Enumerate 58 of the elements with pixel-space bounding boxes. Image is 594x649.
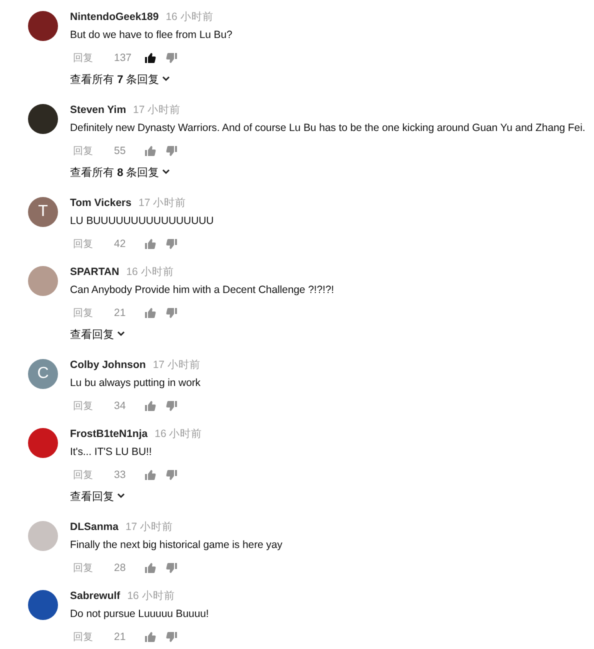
like-count: 28 — [114, 562, 127, 574]
chevron-down-icon[interactable] — [117, 331, 125, 337]
author-name[interactable]: DLSanma — [70, 521, 118, 533]
view-replies-link[interactable]: 查看回复 — [70, 326, 114, 342]
letter-avatar: T — [28, 197, 58, 227]
like-count: 21 — [114, 630, 127, 642]
timestamp: 17 小时前 — [125, 520, 174, 534]
view-replies-link[interactable]: 查看回复 — [70, 488, 114, 504]
thumbs-up-icon[interactable] — [144, 52, 156, 64]
timestamp: 17 小时前 — [138, 196, 186, 210]
like-count: 55 — [114, 144, 127, 156]
chevron-down-icon[interactable] — [162, 76, 170, 82]
chevron-down-icon[interactable] — [162, 169, 170, 175]
author-name[interactable]: NintendoGeek189 — [70, 11, 159, 23]
letter-avatar: C — [28, 359, 58, 389]
author-name[interactable]: SPARTAN — [70, 266, 120, 278]
author-name[interactable]: Sabrewulf — [70, 590, 120, 602]
timestamp: 16 小时前 — [126, 265, 174, 279]
author-name[interactable]: Tom Vickers — [70, 197, 132, 209]
comment-text: But do we have to flee from Lu Bu? — [70, 28, 232, 43]
comment-text: LU BUUUUUUUUUUUUUUUU — [70, 214, 214, 229]
comment-text: Do not pursue Luuuuu Buuuu! — [70, 607, 209, 622]
thumbs-down-icon[interactable] — [166, 562, 178, 574]
thumbs-up-icon[interactable] — [144, 562, 156, 574]
thumbs-up-icon[interactable] — [144, 630, 156, 642]
like-count: 42 — [114, 238, 127, 250]
author-name[interactable]: FrostB1teN1nja — [70, 428, 148, 440]
author-name[interactable]: Steven Yim — [70, 104, 126, 116]
thumbs-down-icon[interactable] — [166, 238, 178, 250]
author-name[interactable]: Colby Johnson — [70, 359, 146, 371]
like-count: 34 — [114, 400, 127, 412]
thumbs-down-icon[interactable] — [166, 52, 178, 64]
comment-text: Finally the next big historical game is here yay — [70, 538, 282, 553]
comment-text: Lu bu always putting in work — [70, 376, 201, 391]
like-count: 21 — [114, 306, 127, 318]
like-count: 137 — [114, 52, 133, 64]
thumbs-up-icon[interactable] — [144, 400, 156, 412]
thumbs-up-icon[interactable] — [144, 306, 156, 318]
timestamp: 17 小时前 — [133, 103, 181, 117]
timestamp: 16 小时前 — [154, 427, 202, 441]
chevron-down-icon[interactable] — [117, 493, 125, 499]
timestamp: 16 小时前 — [127, 589, 175, 603]
thumbs-down-icon[interactable] — [166, 630, 178, 642]
thumbs-up-icon[interactable] — [144, 468, 156, 480]
comment-text: Can Anybody Provide him with a Decent Challenge ?!?!?! — [70, 283, 334, 298]
timestamp: 17 小时前 — [152, 358, 200, 372]
view-replies-link[interactable]: 查看所有 8 条回复 — [70, 164, 160, 180]
thumbs-up-icon[interactable] — [144, 238, 156, 250]
thumbs-down-icon[interactable] — [166, 306, 178, 318]
thumbs-up-icon[interactable] — [144, 144, 156, 156]
comment-text: Definitely new Dynasty Warriors. And of course Lu Bu has to be the one kicking around Guan Yu and Zhang Fei. — [70, 121, 586, 136]
like-count: 33 — [114, 468, 127, 480]
comment-text: It's... IT'S LU BU!! — [70, 445, 153, 460]
view-replies-link[interactable]: 查看所有 7 条回复 — [70, 72, 160, 86]
timestamp: 16 小时前 — [166, 10, 214, 24]
thumbs-down-icon[interactable] — [166, 468, 178, 480]
thumbs-down-icon[interactable] — [166, 144, 178, 156]
thumbs-down-icon[interactable] — [166, 400, 178, 412]
